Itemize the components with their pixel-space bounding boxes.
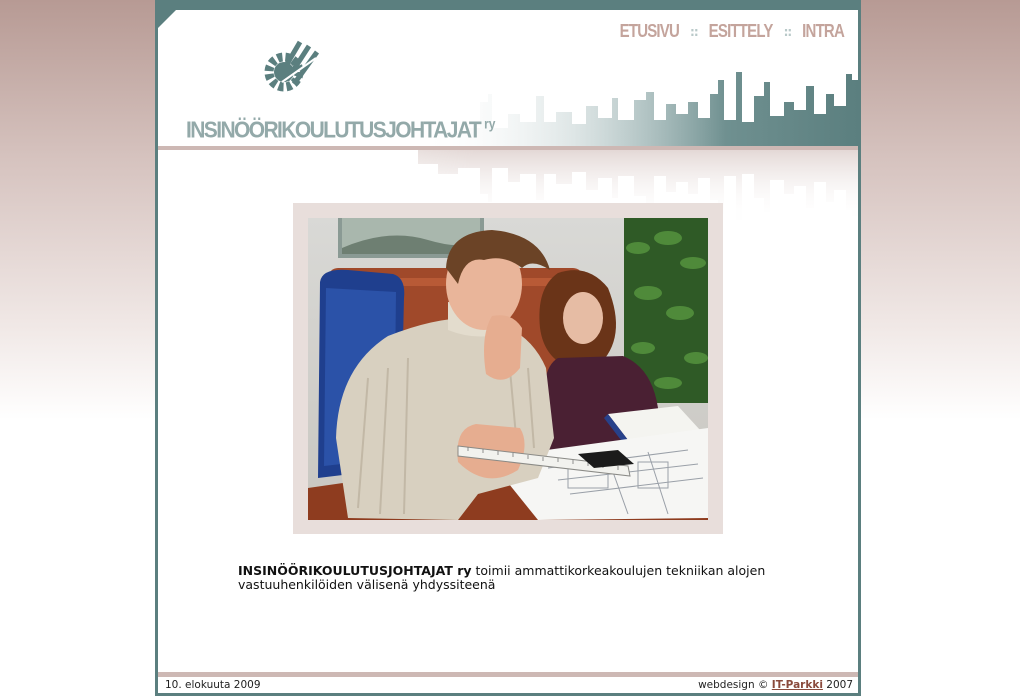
nav-link-esittely[interactable]: ESITTELY xyxy=(709,21,774,41)
photo-frame xyxy=(293,203,723,534)
credit-prefix: webdesign © xyxy=(698,679,772,691)
logo-suffix: ry xyxy=(484,116,496,132)
gear-logo-icon xyxy=(264,40,320,92)
nav-link-etusivu[interactable]: ETUSIVU xyxy=(620,21,680,41)
top-bar xyxy=(158,0,858,10)
intro-paragraph: INSINÖÖRIKOULUTUSJOHTAJAT ry toimii amma… xyxy=(238,564,798,592)
header-corner xyxy=(158,10,176,28)
main-nav: ETUSIVU :: ESITTELY :: INTRA xyxy=(620,21,845,41)
nav-link-intra[interactable]: INTRA xyxy=(802,21,845,41)
nav-separator: :: xyxy=(690,24,699,39)
footer-credit: webdesign © IT-Parkki 2007 xyxy=(698,679,853,691)
logo-name: INSINÖÖRIKOULUTUSJOHTAJAT xyxy=(186,117,482,143)
office-photo xyxy=(308,218,708,520)
header: INSINÖÖRIKOULUTUSJOHTAJAT ry ETUSIVU :: E… xyxy=(158,10,858,146)
page-container: INSINÖÖRIKOULUTUSJOHTAJAT ry ETUSIVU :: E… xyxy=(155,0,861,696)
nav-separator: :: xyxy=(783,24,793,39)
it-parkki-link[interactable]: IT-Parkki xyxy=(772,679,823,691)
credit-suffix: 2007 xyxy=(822,679,853,691)
intro-org-name: INSINÖÖRIKOULUTUSJOHTAJAT ry xyxy=(238,563,472,578)
site-logo-text[interactable]: INSINÖÖRIKOULUTUSJOHTAJAT ry xyxy=(186,116,495,144)
footer: 10. elokuuta 2009 webdesign © IT-Parkki … xyxy=(158,677,858,693)
footer-date: 10. elokuuta 2009 xyxy=(165,679,261,691)
